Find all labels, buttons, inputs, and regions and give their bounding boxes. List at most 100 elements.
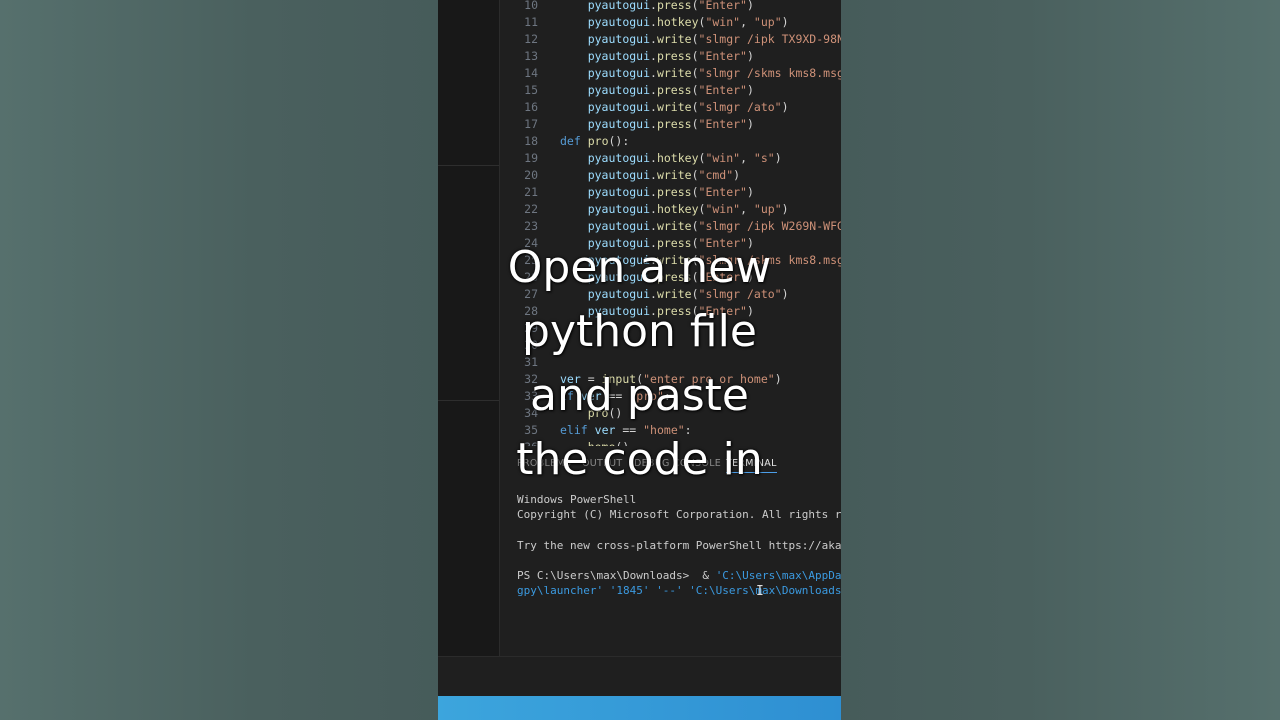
code-token: "pro" — [629, 389, 664, 403]
code-line[interactable]: 17 pyautogui.press("Enter") — [500, 116, 754, 133]
code-text: pyautogui.write("slmgr /ipk W269N-WFG — [560, 218, 841, 235]
code-token: ver — [580, 389, 602, 403]
code-token: ) — [781, 202, 789, 216]
code-line[interactable]: 36 home() — [500, 439, 629, 446]
code-token: ) — [746, 49, 754, 63]
code-editor[interactable]: 10 pyautogui.press("Enter") 11 pyautogui.… — [500, 0, 841, 446]
code-line[interactable]: 10 pyautogui.press("Enter") — [500, 0, 754, 14]
code-token: "win" — [705, 15, 741, 29]
code-token: ) — [746, 236, 754, 250]
code-token: ) — [746, 83, 754, 97]
tab-debug-console[interactable]: DEBUG CONSOLE — [634, 458, 721, 469]
code-line[interactable]: 35 elif ver == "home": — [500, 422, 692, 439]
code-line[interactable]: 14 pyautogui.write("slmgr /skms kms8.msg — [500, 65, 841, 82]
code-text: if ver == "pro": — [560, 388, 671, 405]
code-token: "slmgr /ipk TX9XD-98N — [698, 32, 841, 46]
line-number: 25 — [524, 253, 538, 267]
code-token: "home" — [643, 423, 685, 437]
code-token: ( — [691, 287, 699, 301]
code-text: pyautogui.write("slmgr /ipk TX9XD-98N — [560, 31, 841, 48]
code-token: write — [656, 66, 692, 80]
line-number: 23 — [524, 219, 538, 233]
code-token: ver — [594, 423, 616, 437]
code-line[interactable]: 18 def pro(): — [500, 133, 629, 150]
code-text: pyautogui.press("Enter") — [560, 235, 754, 252]
code-line[interactable]: 15 pyautogui.press("Enter") — [500, 82, 754, 99]
code-token: "cmd" — [698, 168, 734, 182]
line-number: 22 — [524, 202, 538, 216]
code-line[interactable]: 29 — [500, 320, 560, 337]
code-token: ) — [781, 15, 789, 29]
code-token: "Enter" — [698, 236, 747, 250]
code-line[interactable]: 24 pyautogui.press("Enter") — [500, 235, 754, 252]
tab-output[interactable]: OUTPUT — [582, 458, 623, 469]
code-token: ( — [691, 83, 699, 97]
code-line[interactable]: 31 — [500, 354, 560, 371]
code-token: . — [650, 0, 657, 12]
code-token: write — [656, 219, 692, 233]
code-token: write — [656, 253, 692, 267]
text-cursor-icon: I — [756, 584, 764, 599]
status-bar[interactable] — [438, 696, 841, 720]
code-token: hotkey — [656, 15, 699, 29]
code-line[interactable]: 28 pyautogui.press("Enter") — [500, 303, 754, 320]
code-token: "win" — [705, 202, 741, 216]
panel-tabs: PROBLEMS OUTPUT DEBUG CONSOLE TERMINAL — [500, 452, 841, 476]
code-line[interactable]: 16 pyautogui.write("slmgr /ato") — [500, 99, 788, 116]
code-token: "slmgr /skms kms8.msg — [698, 253, 841, 267]
code-token: "slmgr /ato" — [698, 287, 782, 301]
code-token: ) — [746, 304, 754, 318]
code-line[interactable]: 32 ver = input("enter pro or home") — [500, 371, 781, 388]
code-token: pyautogui — [587, 236, 651, 250]
code-line[interactable]: 27 pyautogui.write("slmgr /ato") — [500, 286, 788, 303]
code-token: ( — [691, 0, 699, 12]
explorer-sidebar[interactable] — [438, 0, 500, 696]
code-token: press — [656, 185, 692, 199]
panel-footer — [438, 656, 841, 697]
code-token: "slmgr /skms kms8.msg — [698, 66, 841, 80]
code-line[interactable]: 11 pyautogui.hotkey("win", "up") — [500, 14, 789, 31]
code-token: pyautogui — [587, 270, 651, 284]
line-number: 31 — [524, 355, 538, 369]
code-token: pyautogui — [587, 185, 651, 199]
code-line[interactable]: 12 pyautogui.write("slmgr /ipk TX9XD-98N — [500, 31, 841, 48]
code-token: ) — [746, 270, 754, 284]
code-text: elif ver == "home": — [560, 422, 692, 439]
code-line[interactable]: 21 pyautogui.press("Enter") — [500, 184, 754, 201]
code-token: . — [650, 66, 657, 80]
code-line[interactable]: 26 pyautogui.press("Enter") — [500, 269, 754, 286]
code-line[interactable]: 25 pyautogui.write("slmgr /skms kms8.msg — [500, 252, 841, 269]
code-token: "slmgr /ato" — [698, 100, 782, 114]
terminal-prompt: PS C:\Users\max\Downloads> & — [517, 569, 716, 582]
code-token: pyautogui — [587, 66, 651, 80]
code-line[interactable]: 33 if ver == "pro": — [500, 388, 671, 405]
code-token: . — [650, 253, 657, 267]
code-token: ( — [691, 32, 699, 46]
code-line[interactable]: 19 pyautogui.hotkey("win", "s") — [500, 150, 782, 167]
code-token: pyautogui — [587, 219, 651, 233]
code-line[interactable]: 34 pro() — [500, 405, 622, 422]
code-token: "enter pro or home" — [643, 372, 775, 386]
line-number: 28 — [524, 304, 538, 318]
tab-problems[interactable]: PROBLEMS — [517, 458, 571, 469]
sidebar-divider — [438, 400, 499, 401]
line-number: 20 — [524, 168, 538, 182]
code-line[interactable]: 13 pyautogui.press("Enter") — [500, 48, 754, 65]
code-token: "up" — [753, 202, 782, 216]
code-token: ( — [691, 304, 699, 318]
terminal-panel[interactable]: Windows PowerShell Copyright (C) Microso… — [500, 484, 841, 656]
code-line[interactable]: 22 pyautogui.hotkey("win", "up") — [500, 201, 789, 218]
code-token: ( — [691, 219, 699, 233]
code-line[interactable]: 23 pyautogui.write("slmgr /ipk W269N-WFG — [500, 218, 841, 235]
tab-terminal[interactable]: TERMINAL — [726, 458, 777, 473]
code-text: pyautogui.press("Enter") — [560, 0, 754, 14]
code-text: pyautogui.hotkey("win", "up") — [560, 201, 789, 218]
code-token: : — [663, 389, 671, 403]
code-line[interactable]: 30 — [500, 337, 560, 354]
code-line[interactable]: 20 pyautogui.write("cmd") — [500, 167, 740, 184]
code-token: ( — [691, 236, 699, 250]
code-text: pyautogui.press("Enter") — [560, 82, 754, 99]
code-token: press — [656, 304, 692, 318]
code-token: ( — [691, 100, 699, 114]
